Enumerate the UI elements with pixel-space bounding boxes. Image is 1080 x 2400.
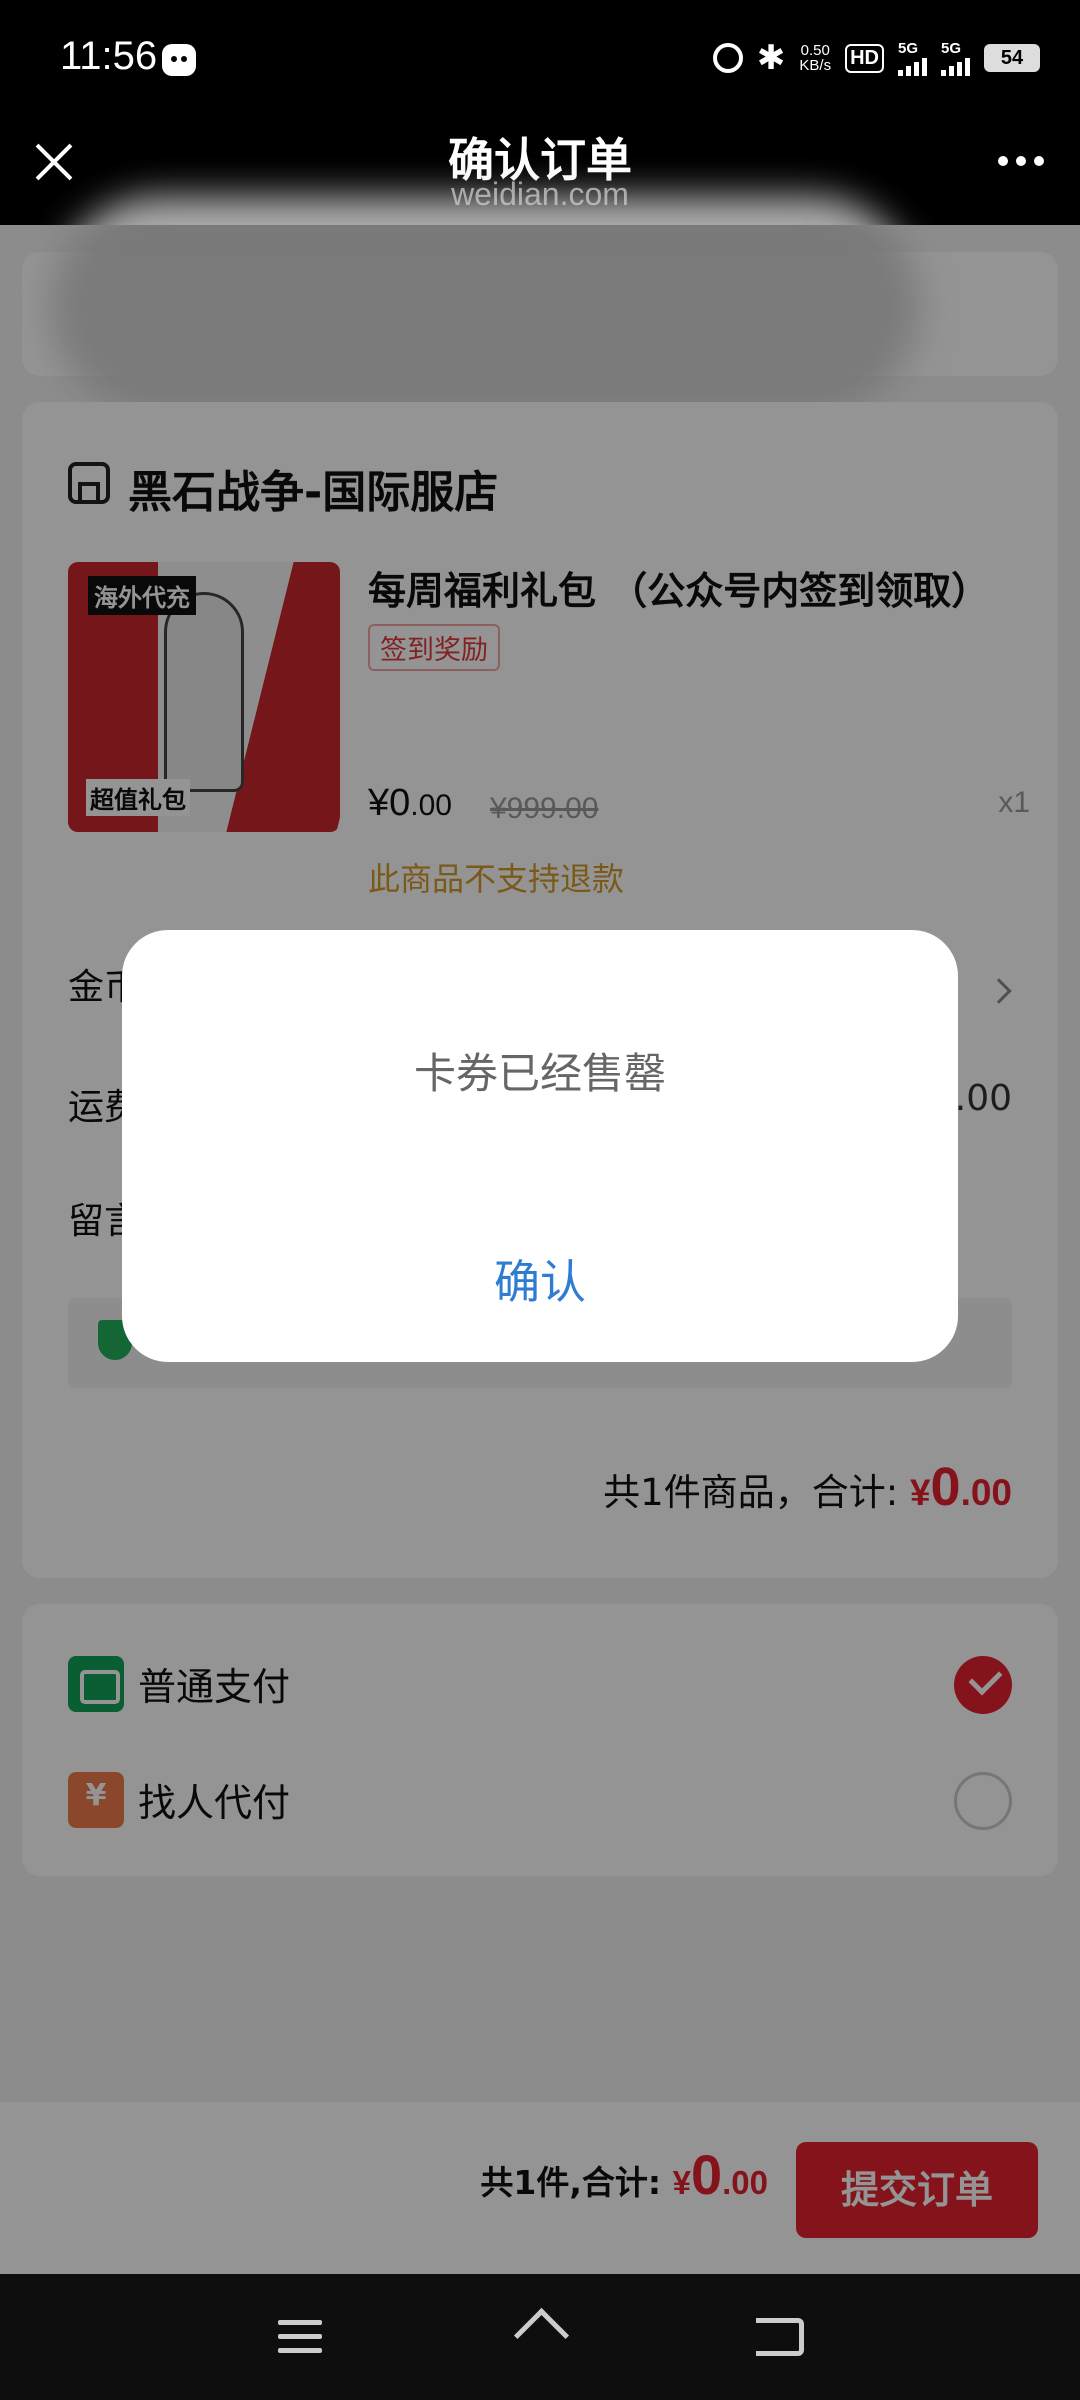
status-time: 11:56 bbox=[60, 34, 158, 78]
bluetooth-icon: ✱ bbox=[756, 38, 786, 78]
status-indicators: ✱ 0.50 KB/s HD 5G 5G 54 bbox=[712, 36, 1040, 80]
dialog-confirm-button[interactable]: 确认 bbox=[122, 1246, 958, 1312]
more-icon[interactable] bbox=[998, 156, 1044, 166]
alarm-icon bbox=[712, 43, 743, 73]
signal-icon-sim2: 5G bbox=[941, 41, 970, 76]
back-icon[interactable] bbox=[756, 2318, 804, 2356]
battery-icon: 54 bbox=[984, 44, 1040, 72]
menu-icon[interactable] bbox=[278, 2320, 322, 2362]
hd-icon: HD bbox=[845, 43, 884, 73]
system-nav-bar bbox=[0, 2274, 1080, 2400]
network-speed: 0.50 KB/s bbox=[799, 42, 832, 74]
home-icon[interactable] bbox=[512, 2314, 568, 2360]
app-notification-icon bbox=[162, 44, 196, 76]
status-bar: 11:56 ✱ 0.50 KB/s HD 5G 5G 54 bbox=[0, 0, 1080, 120]
dialog-message: 卡券已经售罄 bbox=[413, 1049, 666, 1098]
sold-out-dialog: 卡券已经售罄 确认 bbox=[122, 930, 958, 1362]
signal-icon-sim1: 5G bbox=[898, 41, 927, 76]
